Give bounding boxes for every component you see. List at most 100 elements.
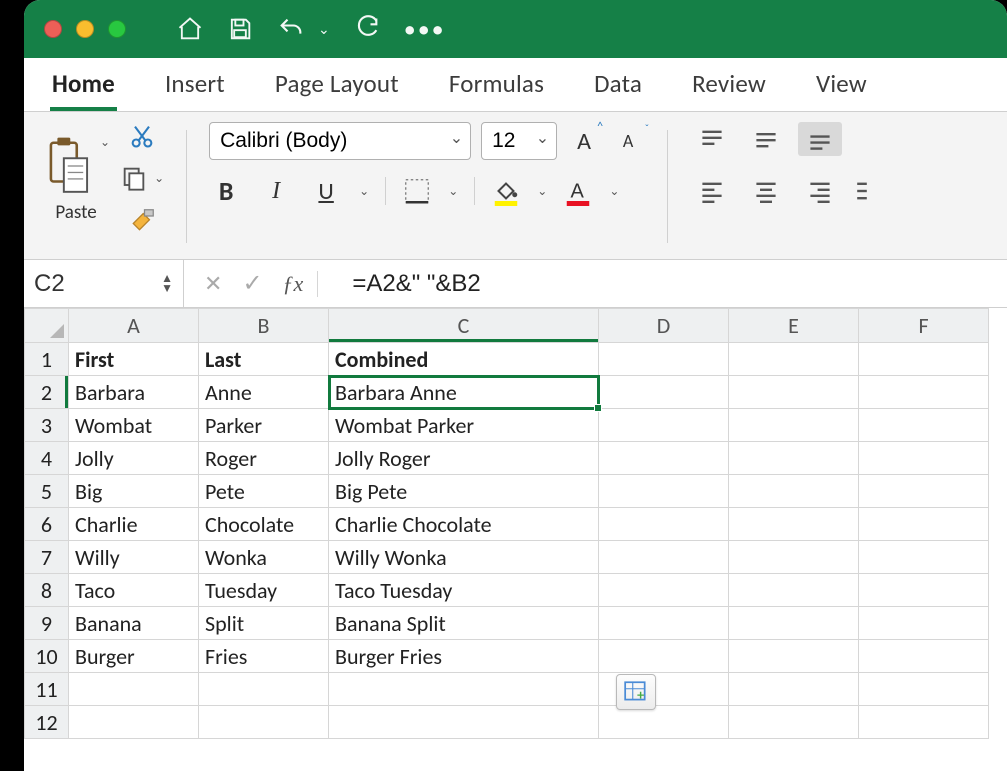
cell[interactable] (859, 706, 989, 739)
cell[interactable] (199, 706, 329, 739)
cell[interactable]: First (69, 343, 199, 376)
close-window-button[interactable] (44, 20, 62, 38)
name-box-input[interactable] (34, 270, 134, 298)
cell[interactable]: Jolly (69, 442, 199, 475)
cell[interactable] (729, 475, 859, 508)
tab-review[interactable]: Review (690, 60, 768, 111)
cell[interactable] (859, 574, 989, 607)
home-icon[interactable] (176, 15, 204, 43)
cell[interactable]: Split (199, 607, 329, 640)
borders-dropdown-icon[interactable]: ⌄ (448, 184, 458, 199)
cell[interactable] (599, 343, 729, 376)
col-header-e[interactable]: E (729, 309, 859, 343)
row-header[interactable]: 10 (25, 640, 69, 673)
align-top-icon[interactable] (690, 122, 734, 156)
select-all-corner[interactable] (25, 309, 69, 343)
cell[interactable] (599, 640, 729, 673)
redo-icon[interactable] (352, 15, 382, 43)
cell[interactable] (729, 442, 859, 475)
cell[interactable] (599, 409, 729, 442)
cell[interactable] (859, 475, 989, 508)
row-header[interactable]: 8 (25, 574, 69, 607)
cell[interactable] (859, 376, 989, 409)
cell[interactable]: Burger Fries (329, 640, 599, 673)
font-color-icon[interactable]: A (563, 176, 593, 206)
name-box[interactable]: ▲ ▼ (24, 260, 184, 307)
cell[interactable]: Taco Tuesday (329, 574, 599, 607)
cell[interactable] (859, 442, 989, 475)
zoom-window-button[interactable] (108, 20, 126, 38)
row-header[interactable]: 11 (25, 673, 69, 706)
cut-icon[interactable] (128, 122, 156, 150)
undo-dropdown-icon[interactable]: ⌄ (318, 21, 330, 38)
col-header-c[interactable]: C (329, 309, 599, 343)
cell[interactable]: Wombat (69, 409, 199, 442)
cell[interactable] (729, 673, 859, 706)
cell[interactable] (859, 673, 989, 706)
fx-icon[interactable]: ƒx (283, 271, 319, 297)
cell[interactable]: Tuesday (199, 574, 329, 607)
cell[interactable] (599, 475, 729, 508)
cell[interactable] (599, 376, 729, 409)
cell[interactable]: Jolly Roger (329, 442, 599, 475)
tab-view[interactable]: View (814, 60, 869, 111)
font-size-select[interactable] (481, 122, 557, 160)
increase-font-icon[interactable]: A^ (567, 124, 601, 158)
cell[interactable] (729, 409, 859, 442)
col-header-a[interactable]: A (69, 309, 199, 343)
undo-icon[interactable] (276, 15, 306, 43)
bold-button[interactable]: B (209, 174, 243, 208)
cell[interactable] (729, 343, 859, 376)
align-middle-icon[interactable] (744, 122, 788, 156)
align-right-icon[interactable] (798, 174, 842, 208)
format-painter-icon[interactable] (127, 206, 157, 236)
cell[interactable]: Pete (199, 475, 329, 508)
cell[interactable]: Banana Split (329, 607, 599, 640)
cell[interactable] (69, 706, 199, 739)
decrease-font-icon[interactable]: Aˇ (611, 124, 645, 158)
cell[interactable] (599, 541, 729, 574)
cell[interactable] (69, 673, 199, 706)
cell[interactable] (729, 574, 859, 607)
row-header[interactable]: 6 (25, 508, 69, 541)
cell[interactable] (859, 640, 989, 673)
font-color-dropdown-icon[interactable]: ⌄ (609, 184, 619, 199)
cell[interactable]: Roger (199, 442, 329, 475)
fill-color-icon[interactable] (491, 176, 521, 206)
cell[interactable] (329, 673, 599, 706)
namebox-step-down-icon[interactable]: ▼ (161, 284, 173, 294)
cell[interactable] (599, 706, 729, 739)
cell[interactable] (729, 607, 859, 640)
align-center-icon[interactable] (744, 174, 788, 208)
row-header[interactable]: 2 (25, 376, 69, 409)
formula-input[interactable] (338, 270, 1007, 298)
accept-formula-icon[interactable]: ✓ (242, 269, 262, 298)
cell[interactable] (859, 541, 989, 574)
tab-formulas[interactable]: Formulas (447, 60, 546, 111)
tab-page-layout[interactable]: Page Layout (273, 60, 401, 111)
cell[interactable] (599, 607, 729, 640)
col-header-b[interactable]: B (199, 309, 329, 343)
cell[interactable]: Combined (329, 343, 599, 376)
cell[interactable] (329, 706, 599, 739)
autofill-options-button[interactable]: + (616, 674, 656, 710)
cell[interactable]: Barbara (69, 376, 199, 409)
font-name-select[interactable] (209, 122, 471, 160)
cell[interactable] (199, 673, 329, 706)
cell-active[interactable]: Barbara Anne (329, 376, 599, 409)
cell[interactable] (859, 508, 989, 541)
minimize-window-button[interactable] (76, 20, 94, 38)
borders-icon[interactable] (402, 176, 432, 206)
align-left-icon[interactable] (690, 174, 734, 208)
row-header[interactable]: 9 (25, 607, 69, 640)
row-header[interactable]: 1 (25, 343, 69, 376)
col-header-d[interactable]: D (599, 309, 729, 343)
cell[interactable]: Fries (199, 640, 329, 673)
cell[interactable]: Willy Wonka (329, 541, 599, 574)
copy-dropdown-icon[interactable]: ⌄ (154, 171, 164, 186)
copy-icon[interactable] (120, 164, 148, 192)
underline-dropdown-icon[interactable]: ⌄ (359, 184, 369, 199)
cell[interactable]: Willy (69, 541, 199, 574)
underline-button[interactable]: U (309, 174, 343, 208)
italic-button[interactable]: I (259, 174, 293, 208)
